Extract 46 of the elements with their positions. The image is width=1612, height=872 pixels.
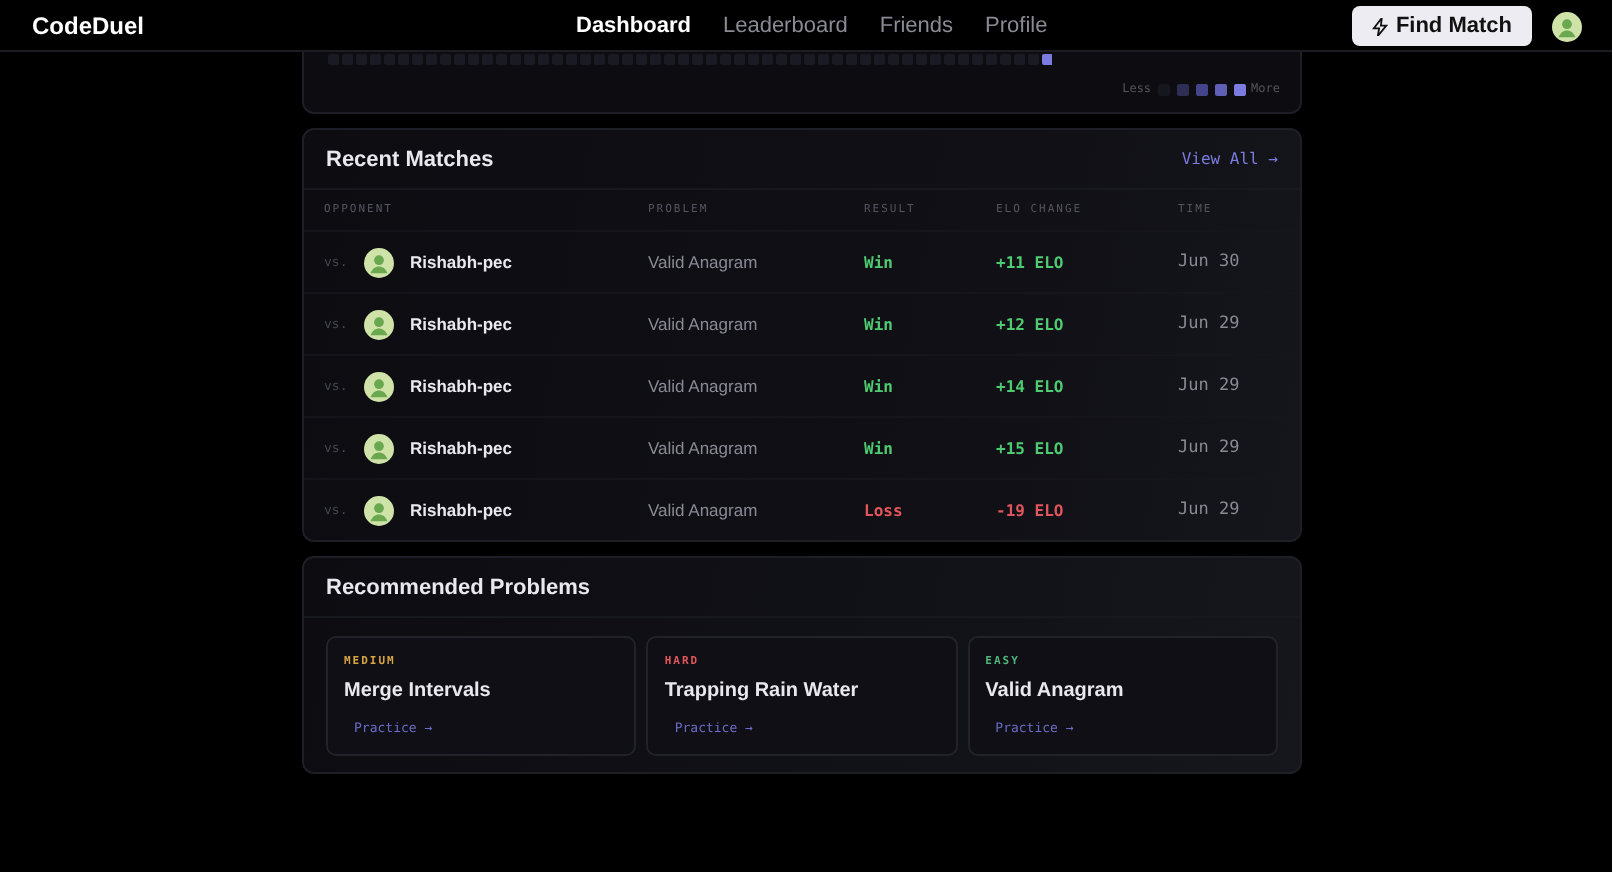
result-label: Win (864, 315, 895, 333)
nav-link[interactable]: Leaderboard (722, 13, 848, 37)
avatar-icon (364, 309, 394, 339)
result-label: Win (864, 253, 895, 271)
problem-name: Valid Anagram (648, 376, 760, 396)
elo-change: +12 ELO (996, 315, 1066, 333)
result-label: Win (864, 377, 895, 395)
problem-name: Valid Anagram (648, 438, 760, 458)
opponent-name[interactable]: Rishabh-pec (410, 314, 513, 334)
nav-link[interactable]: Dashboard (576, 13, 691, 37)
problem-title: Valid Anagram (985, 680, 1126, 702)
problem-title: Trapping Rain Water (664, 680, 861, 702)
elo-change: -19 ELO (996, 501, 1066, 519)
problem-name: Valid Anagram (648, 500, 760, 520)
section-title: Recent Matches (326, 147, 494, 171)
app-logo[interactable]: CodeDuel (32, 11, 145, 39)
avatar-icon (364, 433, 394, 463)
section-title: Recommended Problems (326, 575, 591, 599)
match-time: Jun 29 (1178, 376, 1242, 396)
result-label: Loss (864, 501, 905, 519)
result-label: Win (864, 439, 895, 457)
elo-change: +14 ELO (996, 377, 1066, 395)
opponent-name[interactable]: Rishabh-pec (410, 500, 513, 520)
elo-change: +11 ELO (996, 253, 1066, 271)
avatar-icon (364, 371, 394, 401)
opponent-name[interactable]: Rishabh-pec (410, 376, 513, 396)
elo-change: +15 ELO (996, 439, 1066, 457)
legend-scale-icon (1157, 83, 1246, 95)
problem-name: Valid Anagram (648, 314, 760, 334)
opponent-name[interactable]: Rishabh-pec (410, 252, 513, 272)
view-all-link[interactable]: View All → (1181, 150, 1278, 168)
nav-link[interactable]: Profile (985, 13, 1048, 37)
problem-name: Valid Anagram (648, 252, 760, 272)
avatar-icon (1552, 11, 1582, 41)
find-match-button[interactable]: Find Match (1351, 6, 1532, 46)
match-time: Jun 29 (1178, 314, 1242, 334)
avatar-icon (364, 495, 394, 525)
avatar-icon (364, 247, 394, 277)
match-time: Jun 30 (1178, 252, 1242, 272)
nav-link[interactable]: Friends (879, 13, 954, 37)
lightning-icon (1371, 17, 1388, 35)
opponent-name[interactable]: Rishabh-pec (410, 438, 513, 458)
match-time: Jun 29 (1178, 438, 1242, 458)
match-time: Jun 29 (1178, 500, 1242, 520)
problem-title: Merge Intervals (344, 680, 493, 702)
profile-avatar[interactable] (1552, 11, 1582, 41)
